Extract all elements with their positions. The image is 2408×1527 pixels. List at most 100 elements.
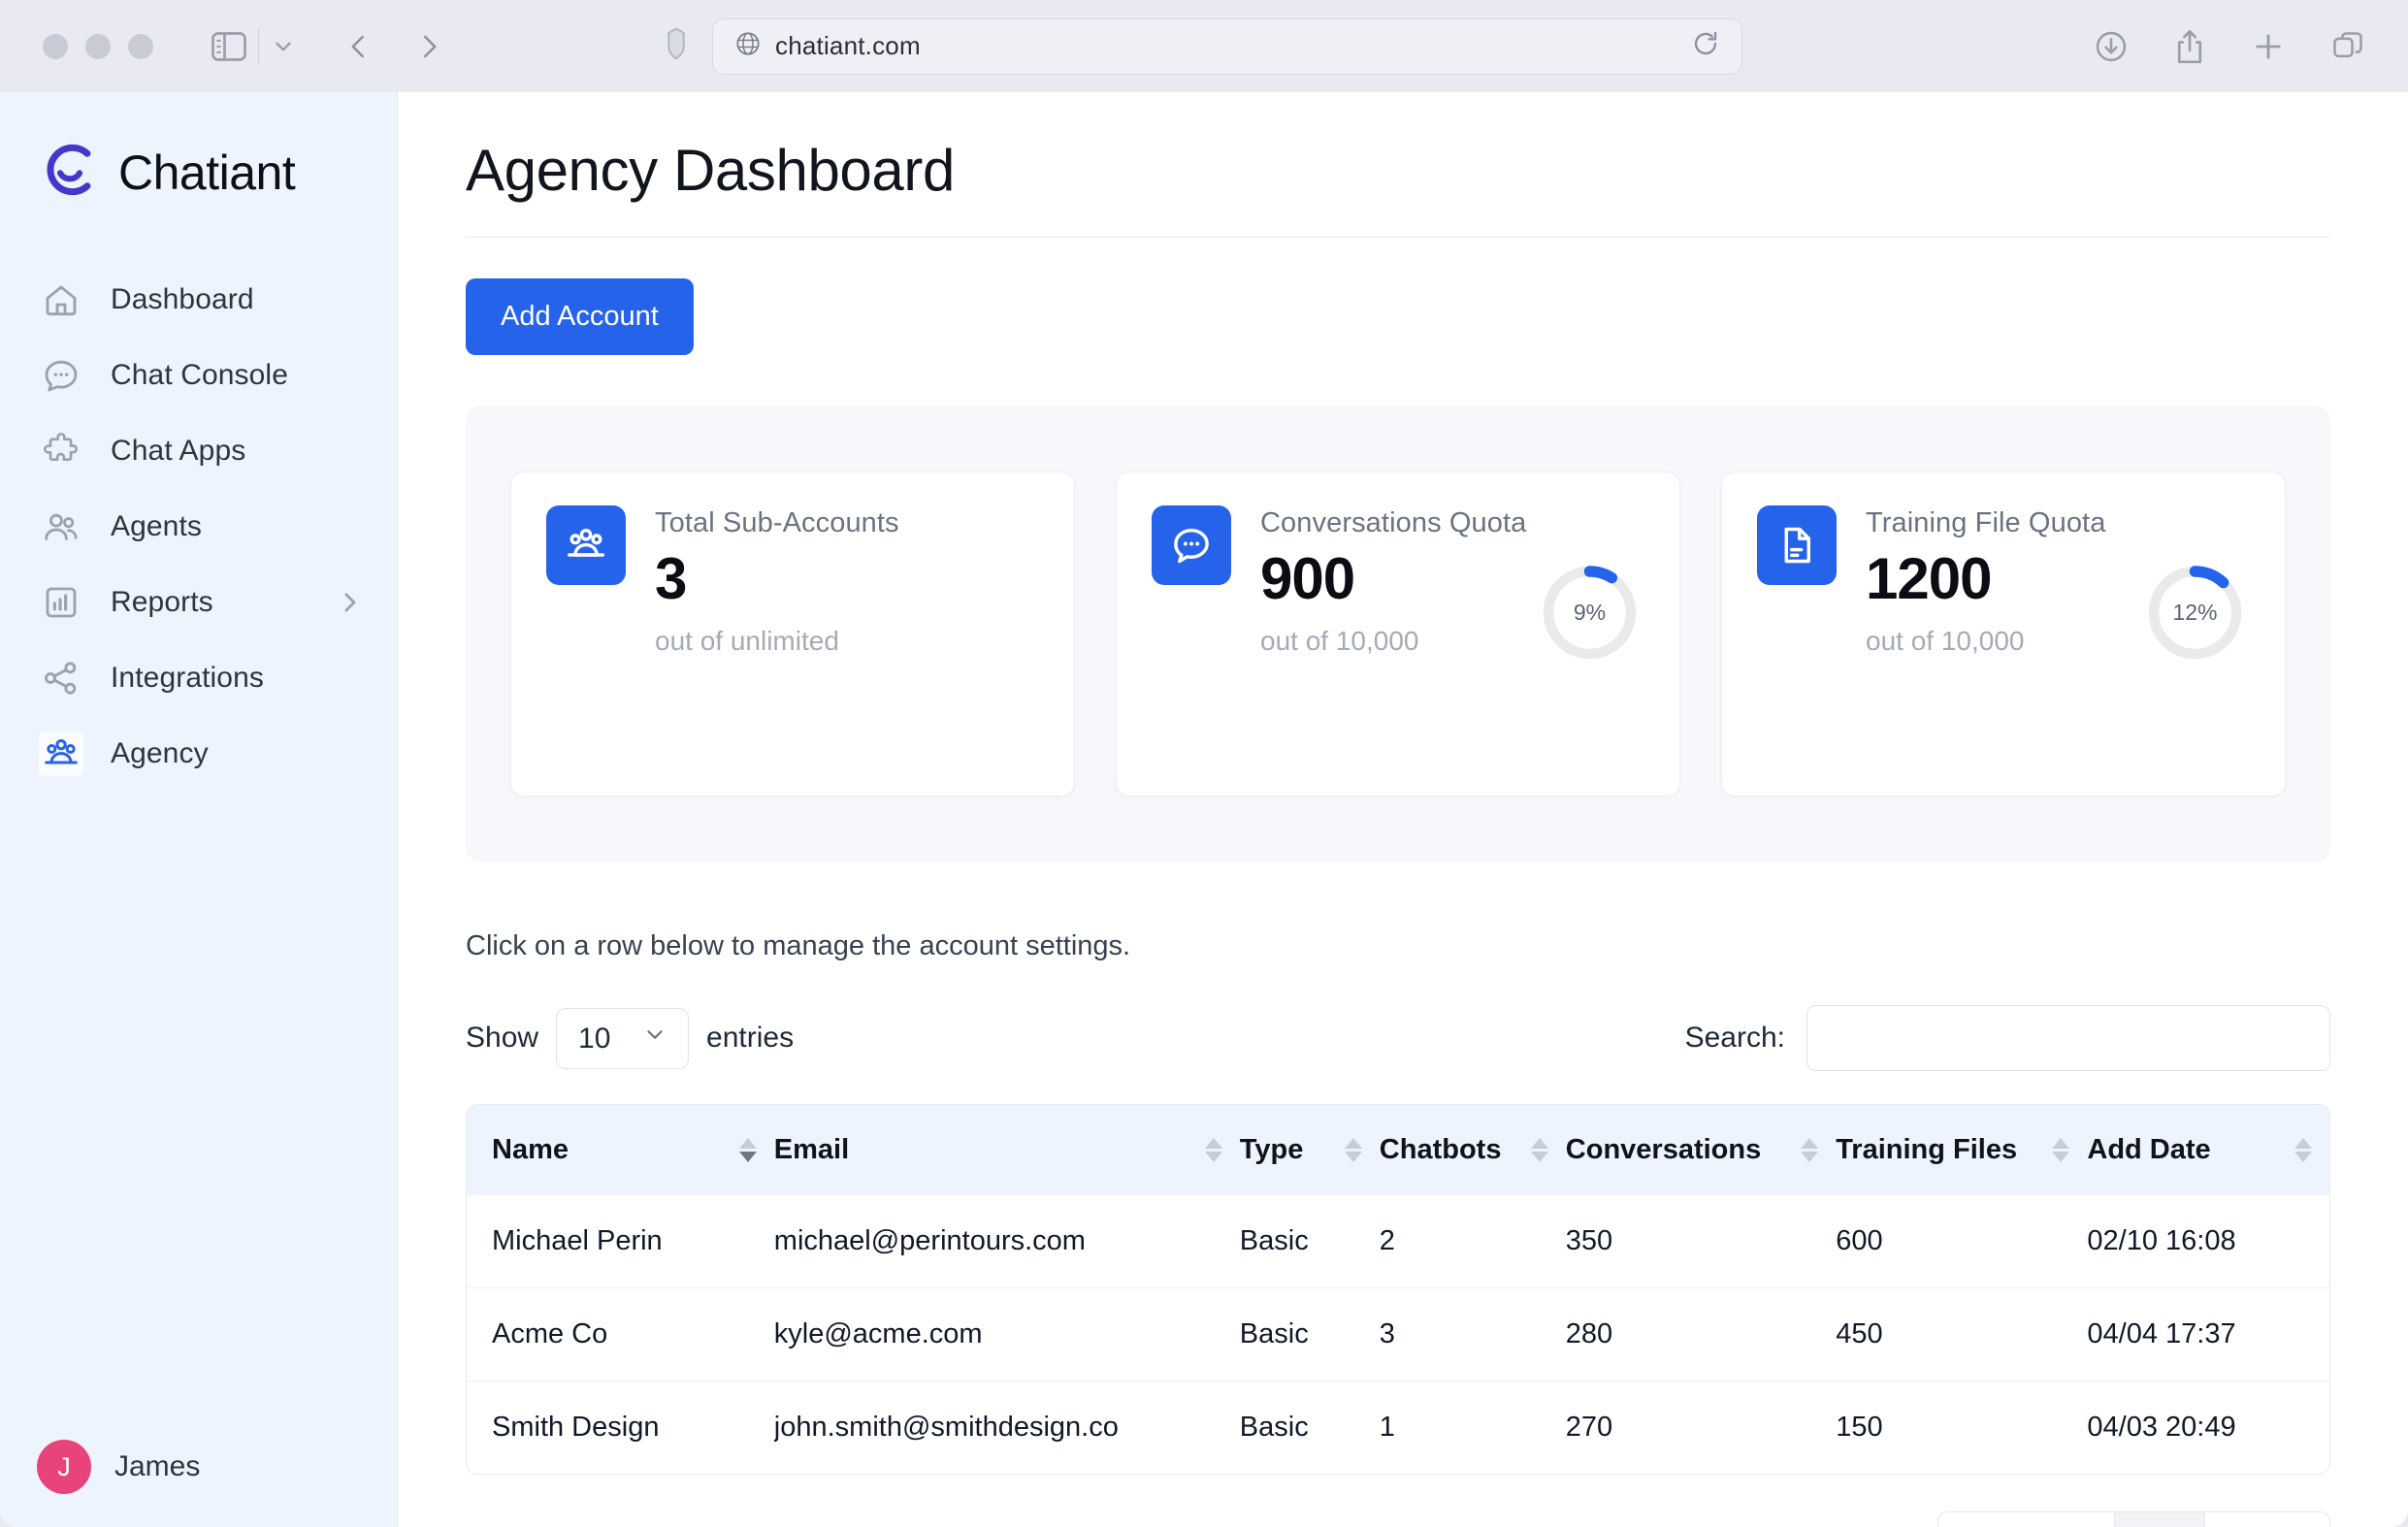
accounts-table: NameEmailType ChatbotsConversations Traini… (467, 1105, 2329, 1474)
sidebar-icon[interactable] (212, 32, 246, 61)
table-header-label: Add Date (2087, 1134, 2210, 1166)
users-icon (39, 504, 83, 549)
cell-email: john.smith@smithdesign.co (774, 1381, 1240, 1475)
cell-conversations: 280 (1566, 1288, 1836, 1381)
sort-conversations-icon[interactable] (1801, 1138, 1818, 1162)
table-hint: Click on a row below to manage the accou… (466, 930, 2330, 962)
table-footer: Showing 1 to 3 of 3 entries Previous 1 N… (466, 1511, 2330, 1527)
show-entries-group: Show 102550100 entries (466, 1008, 794, 1069)
page-size-select-wrap: 102550100 (556, 1008, 689, 1069)
stat-card-total-sub-accounts: Total Sub-Accounts 3 out of unlimited (510, 471, 1075, 796)
table-header-label: Training Files (1836, 1134, 2017, 1166)
chevron-right-icon[interactable] (335, 588, 364, 617)
avatar: J (37, 1440, 91, 1494)
cell-name: Smith Design (467, 1381, 774, 1475)
plus-icon[interactable] (2251, 29, 2286, 64)
sidebar-item-label: Integrations (111, 662, 264, 695)
sidebar-item-dashboard[interactable]: Dashboard (0, 262, 397, 338)
accounts-table-card: NameEmailType ChatbotsConversations Traini… (466, 1104, 2330, 1475)
table-row[interactable]: Acme Cokyle@acme.comBasic328045004/04 17… (467, 1288, 2329, 1381)
address-bar[interactable]: chatiant.com (712, 18, 1742, 75)
table-row[interactable]: Smith Designjohn.smith@smithdesign.coBas… (467, 1381, 2329, 1475)
brand-name: Chatiant (118, 145, 295, 201)
document-icon (1757, 505, 1837, 585)
puzzle-icon (39, 429, 83, 473)
page-viewport: Chatiant Dashboard Chat Console (0, 92, 2408, 1527)
stat-body: Total Sub-Accounts 3 out of unlimited (655, 505, 1043, 753)
chat-bubble-dots-icon (1152, 505, 1231, 585)
chat-bubble-icon (39, 353, 83, 398)
main-content: Agency Dashboard Add Account Total Sub-A… (398, 92, 2408, 1527)
sidebar-item-label: Chat Apps (111, 435, 245, 468)
shield-icon[interactable] (666, 27, 687, 65)
table-header-label: Type (1240, 1134, 1304, 1166)
share-icon[interactable] (2173, 28, 2206, 65)
table-header-type[interactable]: Type (1240, 1105, 1380, 1195)
sidebar-item-chat-apps[interactable]: Chat Apps (0, 413, 397, 489)
table-head: NameEmailType ChatbotsConversations Traini… (467, 1105, 2329, 1195)
search-input[interactable] (1806, 1005, 2330, 1071)
sort-training_files-icon[interactable] (2052, 1138, 2069, 1162)
sidebar-toggle-group (212, 29, 296, 64)
reload-icon[interactable] (1691, 29, 1720, 63)
download-icon[interactable] (2094, 29, 2129, 64)
sort-email-icon[interactable] (1205, 1138, 1222, 1162)
stat-card-conversations-quota: Conversations Quota 900 out of 10,000 9% (1116, 471, 1680, 796)
stats-panel: Total Sub-Accounts 3 out of unlimited Co… (466, 406, 2330, 862)
sidebar-user-profile[interactable]: J James (0, 1440, 397, 1494)
previous-page-button[interactable]: Previous (1938, 1512, 2115, 1527)
stat-label: Total Sub-Accounts (655, 507, 1043, 539)
brand-logo[interactable]: Chatiant (0, 92, 397, 206)
show-label: Show (466, 1022, 538, 1055)
minimize-window-button[interactable] (85, 34, 111, 59)
table-controls: Show 102550100 entries Search: (466, 1005, 2330, 1071)
window-controls (43, 34, 153, 59)
sort-name-icon[interactable] (739, 1138, 757, 1162)
sidebar-item-agency[interactable]: Agency (0, 716, 397, 792)
page-number-button[interactable]: 1 (2115, 1512, 2205, 1527)
table-header-conversations[interactable]: Conversations (1566, 1105, 1836, 1195)
forward-button[interactable] (414, 30, 443, 63)
page-size-select[interactable]: 102550100 (556, 1008, 689, 1069)
cell-training_files: 150 (1836, 1381, 2087, 1475)
close-window-button[interactable] (43, 34, 68, 59)
sidebar-item-agents[interactable]: Agents (0, 489, 397, 565)
sort-add_date-icon[interactable] (2294, 1138, 2312, 1162)
maximize-window-button[interactable] (128, 34, 153, 59)
sidebar-item-label: Agency (111, 737, 209, 770)
cell-add_date: 02/10 16:08 (2087, 1195, 2329, 1288)
table-header-add_date[interactable]: Add Date (2087, 1105, 2329, 1195)
sort-chatbots-icon[interactable] (1531, 1138, 1548, 1162)
sidebar-item-chat-console[interactable]: Chat Console (0, 338, 397, 413)
toolbar-right-actions (2094, 28, 2379, 65)
table-row[interactable]: Michael Perinmichael@perintours.comBasic… (467, 1195, 2329, 1288)
table-header-chatbots[interactable]: Chatbots (1380, 1105, 1566, 1195)
sidebar-item-label: Dashboard (111, 283, 254, 316)
sort-type-icon[interactable] (1345, 1138, 1362, 1162)
cell-email: michael@perintours.com (774, 1195, 1240, 1288)
table-header-email[interactable]: Email (774, 1105, 1240, 1195)
address-bar-group: chatiant.com (666, 18, 1742, 75)
browser-toolbar: chatiant.com (0, 0, 2408, 92)
cell-name: Acme Co (467, 1288, 774, 1381)
tabs-icon[interactable] (2330, 29, 2365, 64)
next-page-button[interactable]: Next (2205, 1512, 2329, 1527)
browser-window: chatiant.com (0, 0, 2408, 1527)
group-users-icon (39, 731, 83, 776)
add-account-button[interactable]: Add Account (466, 278, 694, 355)
chevron-down-icon[interactable] (271, 34, 296, 59)
sidebar-item-reports[interactable]: Reports (0, 565, 397, 640)
globe-icon (734, 30, 762, 62)
sidebar-item-integrations[interactable]: Integrations (0, 640, 397, 716)
table-header-label: Conversations (1566, 1134, 1761, 1166)
table-header-row: NameEmailType ChatbotsConversations Traini… (467, 1105, 2329, 1195)
sidebar-item-label: Chat Console (111, 359, 288, 392)
stat-card-training-file-quota: Training File Quota 1200 out of 10,000 1… (1721, 471, 2286, 796)
cell-chatbots: 3 (1380, 1288, 1566, 1381)
table-header-training_files[interactable]: Training Files (1836, 1105, 2087, 1195)
title-divider (466, 237, 2330, 238)
back-button[interactable] (344, 30, 374, 63)
table-header-name[interactable]: Name (467, 1105, 774, 1195)
cell-type: Basic (1240, 1381, 1380, 1475)
share-nodes-icon (39, 656, 83, 700)
